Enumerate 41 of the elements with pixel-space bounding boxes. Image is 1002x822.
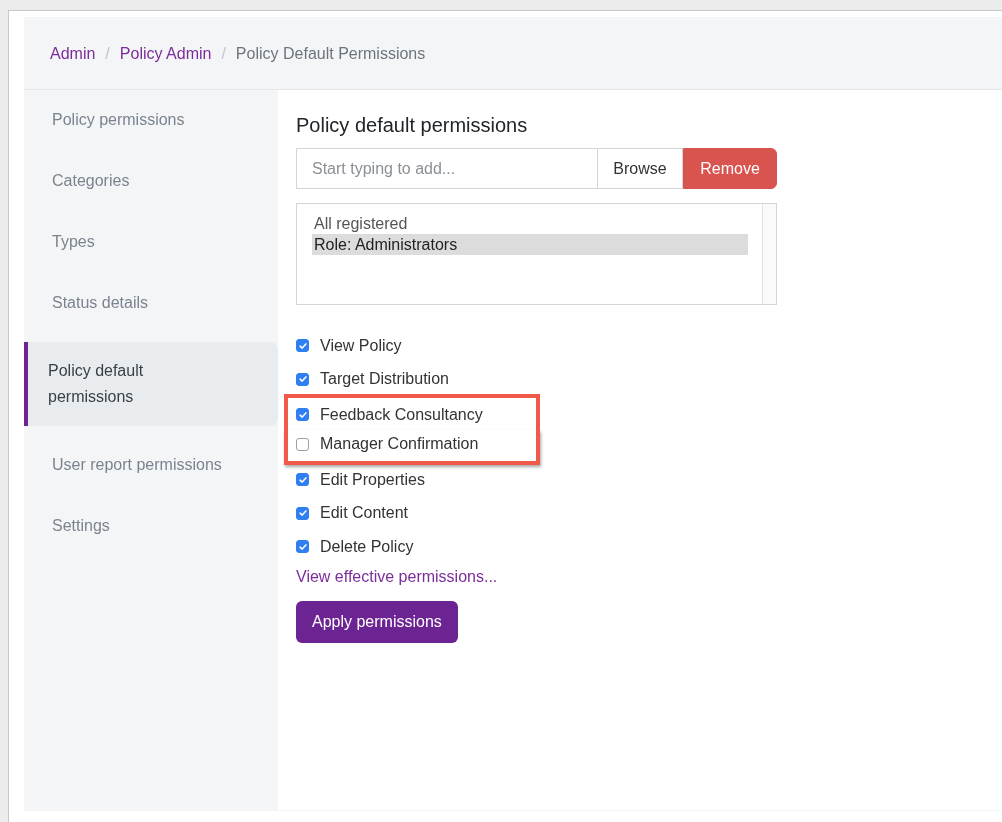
checkbox[interactable]: [296, 506, 309, 520]
sidebar-item[interactable]: Categories: [24, 159, 278, 203]
checkmark-icon: [297, 374, 308, 385]
sidebar-item[interactable]: Types: [24, 220, 278, 264]
search-field[interactable]: Start typing to add...: [296, 148, 597, 189]
remove-button[interactable]: Remove: [683, 148, 777, 189]
checkmark-icon: [297, 541, 308, 552]
section-title: Policy default permissions: [296, 114, 529, 137]
browse-button[interactable]: Browse: [597, 148, 683, 189]
checkbox[interactable]: [296, 339, 309, 353]
breadcrumb-separator: /: [221, 45, 226, 63]
checkbox-label: Feedback Consultancy: [320, 405, 483, 424]
checkbox[interactable]: [296, 408, 309, 422]
checkbox-label: Edit Content: [320, 504, 409, 523]
checkbox-label: Delete Policy: [320, 537, 414, 556]
effective-permissions-link[interactable]: View effective permissions...: [296, 567, 498, 586]
checkbox[interactable]: [296, 540, 309, 554]
sidebar-item[interactable]: Status details: [24, 281, 278, 325]
sidebar-item[interactable]: Policy permissions: [24, 98, 278, 142]
breadcrumb-separator: /: [105, 45, 110, 63]
checkbox-label: Edit Properties: [320, 470, 425, 489]
apply-permissions-button[interactable]: Apply permissions: [296, 600, 458, 643]
checkbox[interactable]: [296, 473, 309, 487]
principal-list[interactable]: All registered Role: Administrators: [296, 203, 777, 305]
sidebar-item[interactable]: Policy default permissions: [24, 342, 278, 426]
breadcrumb-link[interactable]: Policy Admin: [119, 45, 212, 63]
sidebar-item[interactable]: Settings: [24, 504, 278, 548]
checkmark-icon: [297, 409, 308, 420]
checkbox-label: Manager Confirmation: [320, 435, 479, 454]
breadcrumb-current: Policy Default Permissions: [235, 45, 426, 63]
checkmark-icon: [297, 340, 308, 351]
sidebar-item[interactable]: User report permissions: [24, 443, 278, 487]
checkbox-label: View Policy: [320, 336, 402, 355]
checkmark-icon: [297, 508, 308, 519]
list-option[interactable]: Role: Administrators: [312, 234, 748, 255]
list-option[interactable]: All registered: [312, 213, 748, 234]
checkbox[interactable]: [296, 437, 309, 451]
checkmark-icon: [297, 474, 308, 485]
checkbox[interactable]: [296, 372, 309, 386]
checkbox-label: Target Distribution: [320, 370, 449, 389]
breadcrumb-link[interactable]: Admin: [50, 45, 96, 63]
